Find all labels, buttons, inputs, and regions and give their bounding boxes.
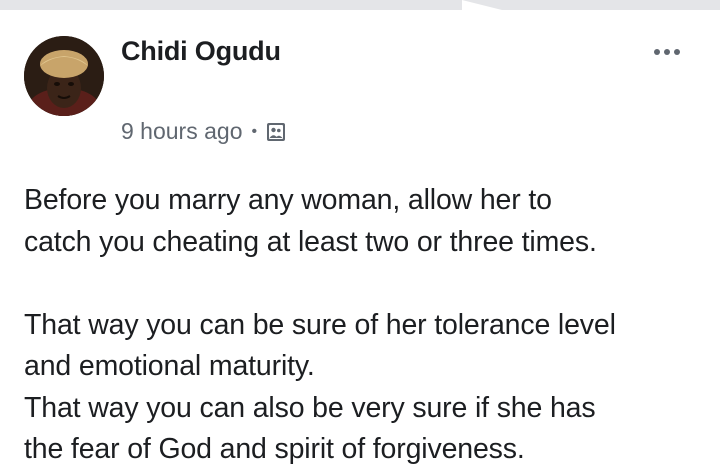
post-body: Before you marry any woman, allow her to… [24, 180, 704, 471]
post-line: That way you can be sure of her toleranc… [24, 308, 616, 341]
post-line: catch you cheating at least two or three… [24, 225, 597, 258]
more-options-button[interactable] [646, 40, 688, 64]
post-timestamp[interactable]: 9 hours ago [121, 118, 242, 145]
friends-audience-icon[interactable] [265, 121, 287, 143]
post-line: and emotional maturity. [24, 350, 315, 382]
post-line: the fear of God and spirit of forgivenes… [24, 433, 525, 465]
more-options-icon-dot [674, 49, 680, 55]
post-line: That way you can also be very sure if sh… [24, 391, 596, 424]
author-name[interactable]: Chidi Ogudu [121, 36, 281, 67]
more-options-icon [654, 49, 660, 55]
top-strip-notch [462, 0, 502, 10]
top-strip [0, 0, 720, 10]
meta-separator: • [251, 122, 258, 140]
post-line: Before you marry any woman, allow her to [24, 184, 552, 216]
avatar[interactable] [24, 36, 104, 116]
post-card: Chidi Ogudu 9 hours ago • Before you mar… [0, 10, 720, 475]
post-meta: 9 hours ago • [121, 118, 287, 145]
profile-photo-icon [24, 36, 104, 116]
more-options-icon-dot [664, 49, 670, 55]
